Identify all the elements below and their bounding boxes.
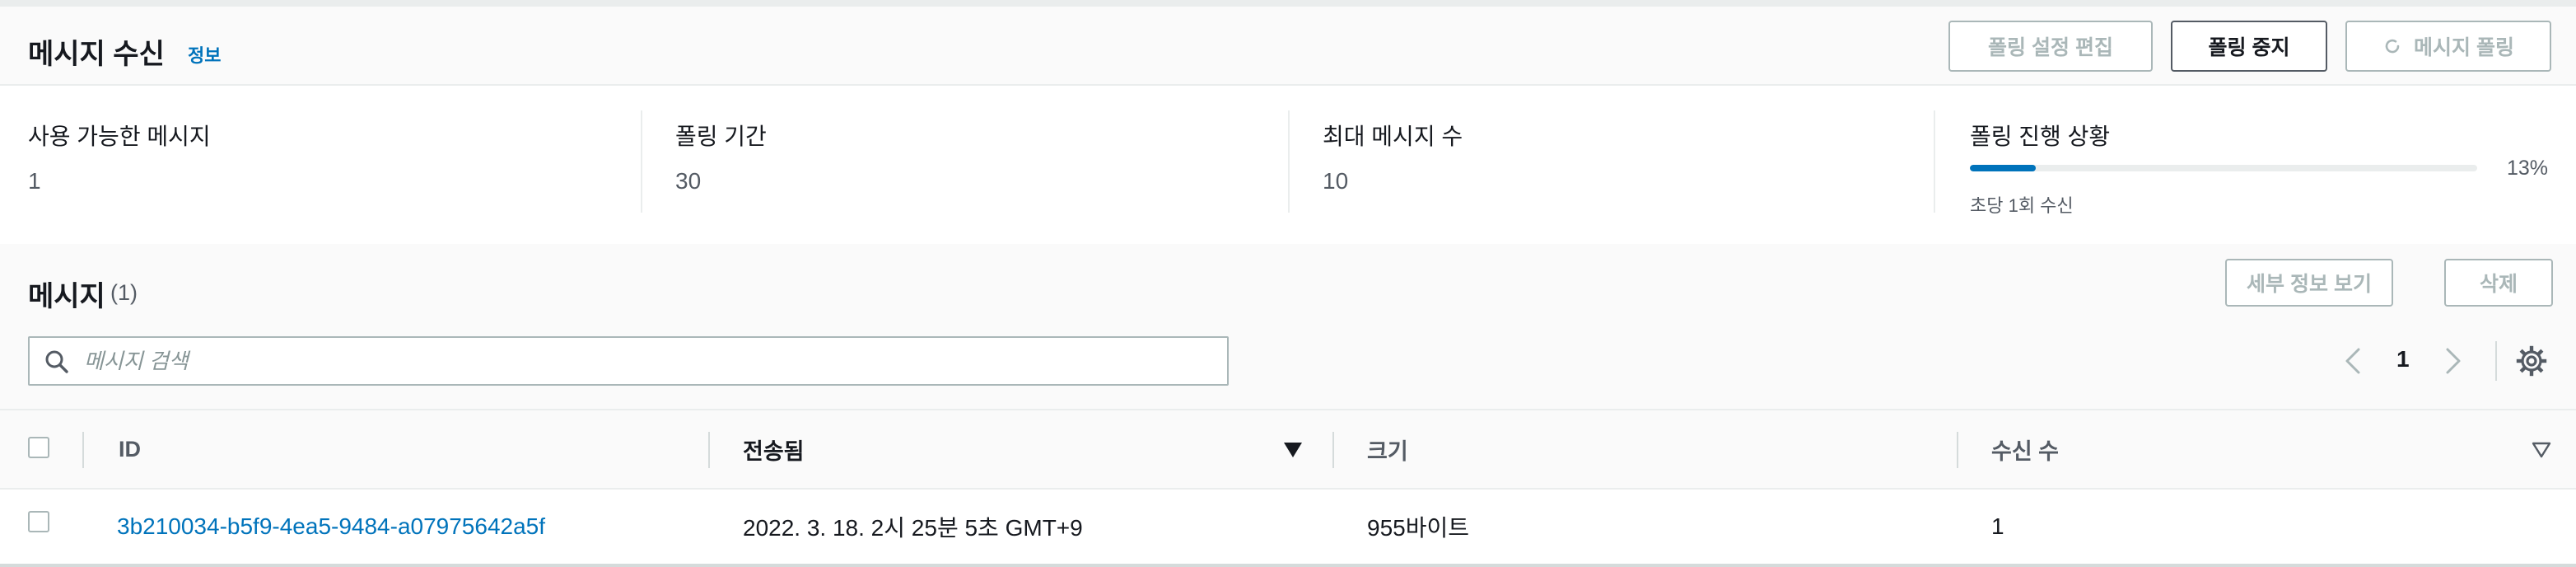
sort-descending-icon[interactable] bbox=[1283, 442, 1303, 458]
column-divider bbox=[1332, 432, 1334, 468]
message-size-cell: 955바이트 bbox=[1367, 515, 1469, 541]
stat-divider bbox=[1934, 110, 1935, 213]
stat-divider bbox=[1288, 110, 1290, 213]
view-details-button[interactable]: 세부 정보 보기 bbox=[2225, 259, 2393, 307]
column-header-label: 전송됨 bbox=[743, 438, 805, 464]
column-divider bbox=[708, 432, 710, 468]
messages-count: (1) bbox=[110, 280, 138, 305]
column-header-size[interactable]: 크기 bbox=[1367, 410, 1408, 488]
receive-messages-panel: 메시지 수신 정보 폴링 설정 편집 폴링 중지 메시지 폴링 사용 가능한 메… bbox=[0, 7, 2576, 244]
edit-polling-settings-label: 폴링 설정 편집 bbox=[1988, 36, 2113, 59]
column-header-label: ID bbox=[119, 436, 141, 462]
polling-progress-bar bbox=[1970, 165, 2477, 171]
chevron-left-icon[interactable] bbox=[2340, 346, 2367, 376]
search-input[interactable] bbox=[84, 338, 1212, 384]
column-header-label: 수신 수 bbox=[1991, 438, 2060, 464]
messages-table-header: ID 전송됨 크기 수신 수 bbox=[0, 409, 2576, 490]
column-divider bbox=[82, 432, 84, 468]
stat-label: 최대 메시지 수 bbox=[1323, 124, 1463, 149]
column-header-receive-count[interactable]: 수신 수 bbox=[1991, 410, 2059, 488]
delete-button[interactable]: 삭제 bbox=[2444, 259, 2553, 307]
polling-progress-description: 초당 1회 수신 bbox=[1970, 195, 2074, 216]
stat-label: 폴링 진행 상황 bbox=[1970, 124, 2111, 149]
stat-value: 10 bbox=[1323, 168, 1349, 194]
message-receive-count-cell: 1 bbox=[1991, 513, 2004, 539]
message-id-link[interactable]: 3b210034-b5f9-4ea5-9484-a07975642a5f bbox=[117, 490, 545, 564]
stop-polling-label: 폴링 중지 bbox=[2208, 36, 2290, 59]
column-divider bbox=[1957, 432, 1958, 468]
poll-messages-label: 메시지 폴링 bbox=[2414, 36, 2514, 59]
info-link[interactable]: 정보 bbox=[188, 41, 221, 68]
current-page[interactable]: 1 bbox=[2396, 346, 2410, 373]
delete-label: 삭제 bbox=[2479, 273, 2518, 296]
poll-messages-button[interactable]: 메시지 폴링 bbox=[2345, 21, 2551, 72]
stat-max-messages: 최대 메시지 수 10 bbox=[1323, 104, 1916, 219]
top-border bbox=[0, 0, 2576, 7]
stat-label: 폴링 기간 bbox=[675, 124, 767, 149]
column-header-sent[interactable]: 전송됨 bbox=[743, 410, 805, 488]
receive-panel-header: 메시지 수신 정보 폴링 설정 편집 폴링 중지 메시지 폴링 bbox=[0, 7, 2576, 86]
settings-icon[interactable] bbox=[2515, 344, 2548, 377]
stop-polling-button[interactable]: 폴링 중지 bbox=[2171, 21, 2327, 72]
table-row[interactable]: 3b210034-b5f9-4ea5-9484-a07975642a5f 202… bbox=[0, 490, 2576, 567]
message-sent-cell: 2022. 3. 18. 2시 25분 5초 GMT+9 bbox=[743, 515, 1083, 541]
view-details-label: 세부 정보 보기 bbox=[2247, 273, 2372, 296]
refresh-icon bbox=[2385, 39, 2400, 54]
stat-polling-duration: 폴링 기간 30 bbox=[675, 104, 1268, 219]
receive-panel-title: 메시지 수신 bbox=[28, 39, 165, 70]
stat-available-messages: 사용 가능한 메시지 1 bbox=[28, 104, 621, 219]
sort-caret-icon[interactable] bbox=[2532, 442, 2551, 458]
column-header-label: 크기 bbox=[1367, 438, 1408, 464]
pagination-divider bbox=[2495, 341, 2497, 381]
messages-panel-title: 메시지 bbox=[28, 281, 105, 312]
stat-label: 사용 가능한 메시지 bbox=[28, 124, 211, 149]
select-all-checkbox[interactable] bbox=[28, 437, 49, 458]
search-icon bbox=[45, 350, 68, 373]
stat-value: 30 bbox=[675, 168, 702, 194]
messages-panel-header: 메시지 (1) 세부 정보 보기 삭제 1 bbox=[0, 244, 2576, 409]
polling-progress-percent: 13% bbox=[2507, 157, 2549, 180]
polling-progress-fill bbox=[1970, 165, 2037, 171]
column-header-id[interactable]: ID bbox=[119, 410, 141, 488]
messages-panel: 메시지 (1) 세부 정보 보기 삭제 1 bbox=[0, 244, 2576, 567]
stat-divider bbox=[641, 110, 642, 213]
edit-polling-settings-button[interactable]: 폴링 설정 편집 bbox=[1948, 21, 2153, 72]
row-checkbox[interactable] bbox=[28, 511, 49, 532]
chevron-right-icon[interactable] bbox=[2439, 346, 2466, 376]
message-search[interactable] bbox=[28, 336, 1229, 386]
stat-value: 1 bbox=[28, 168, 41, 194]
